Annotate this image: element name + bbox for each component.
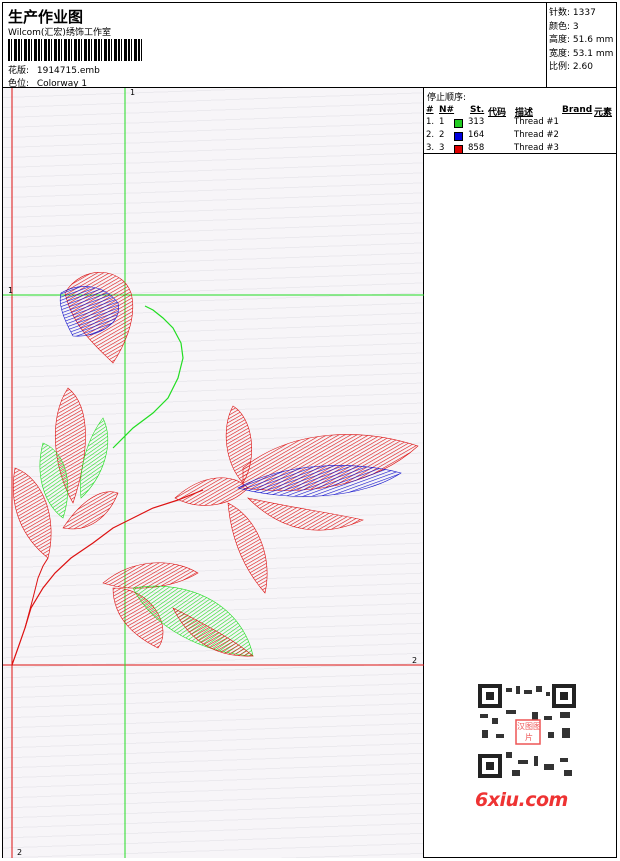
table-row[interactable]: 1. 1 313 Thread #1 [424,117,617,130]
embroidery-preview [3,88,424,858]
qr-code-watermark: 汉图图片 [472,682,582,782]
leaf-red-8 [174,477,249,506]
design-label: 花版: [8,66,30,76]
axis-label-left-guide: 1 [8,286,14,295]
table-row[interactable]: 3. 3 858 Thread #3 [424,143,617,156]
col-num: # [426,105,434,115]
stop-sequence-panel: 停止顺序: # N# St. 代码 描述 Brand 元素 1. 1 313 T… [424,88,617,156]
stop-sequence-header: # N# St. 代码 描述 Brand 元素 [424,105,617,118]
leaf-red-10 [247,497,364,531]
watermark-brand: 6xiu.com [475,789,568,811]
panel-divider [424,153,617,154]
barcode [8,39,144,61]
axis-label-bottom: 2 [17,848,23,857]
swatch-thread-1 [454,119,463,128]
design-value: 1914715.emb [36,66,100,76]
col-brand: Brand [562,105,593,115]
leaf-red-9 [227,502,268,594]
stat-height: 高度: 51.6 mm [549,35,614,45]
design-canvas[interactable]: 1 1 2 2 [3,88,424,858]
stop-sequence-title: 停止顺序: [427,93,467,103]
axis-label-right-guide: 2 [412,656,418,665]
leaf-red-4 [102,562,199,589]
swatch-thread-2 [454,132,463,141]
header-panel: 生产作业图 Wilcom(汇宏)绣饰工作室 花版: 1914715.emb 色位… [2,2,547,89]
stat-stitches: 针数: 1337 [549,8,596,18]
stats-panel: 针数: 1337 颜色: 3 高度: 51.6 mm 宽度: 53.1 mm 比… [547,2,617,88]
col-st: St. [470,105,485,115]
watermark-stamp: 汉图图片 [517,722,541,742]
col-no: N# [439,105,455,115]
stat-scale: 比例: 2.60 [549,62,593,72]
company-name: Wilcom(汇宏)绣饰工作室 [8,28,111,38]
stat-width: 宽度: 53.1 mm [549,48,614,59]
page-title: 生产作业图 [8,8,84,26]
table-row[interactable]: 2. 2 164 Thread #2 [424,130,617,143]
axis-label-top: 1 [130,88,136,97]
stat-colors: 颜色: 3 [549,21,579,32]
design-row: 花版: 1914715.emb [8,63,100,76]
